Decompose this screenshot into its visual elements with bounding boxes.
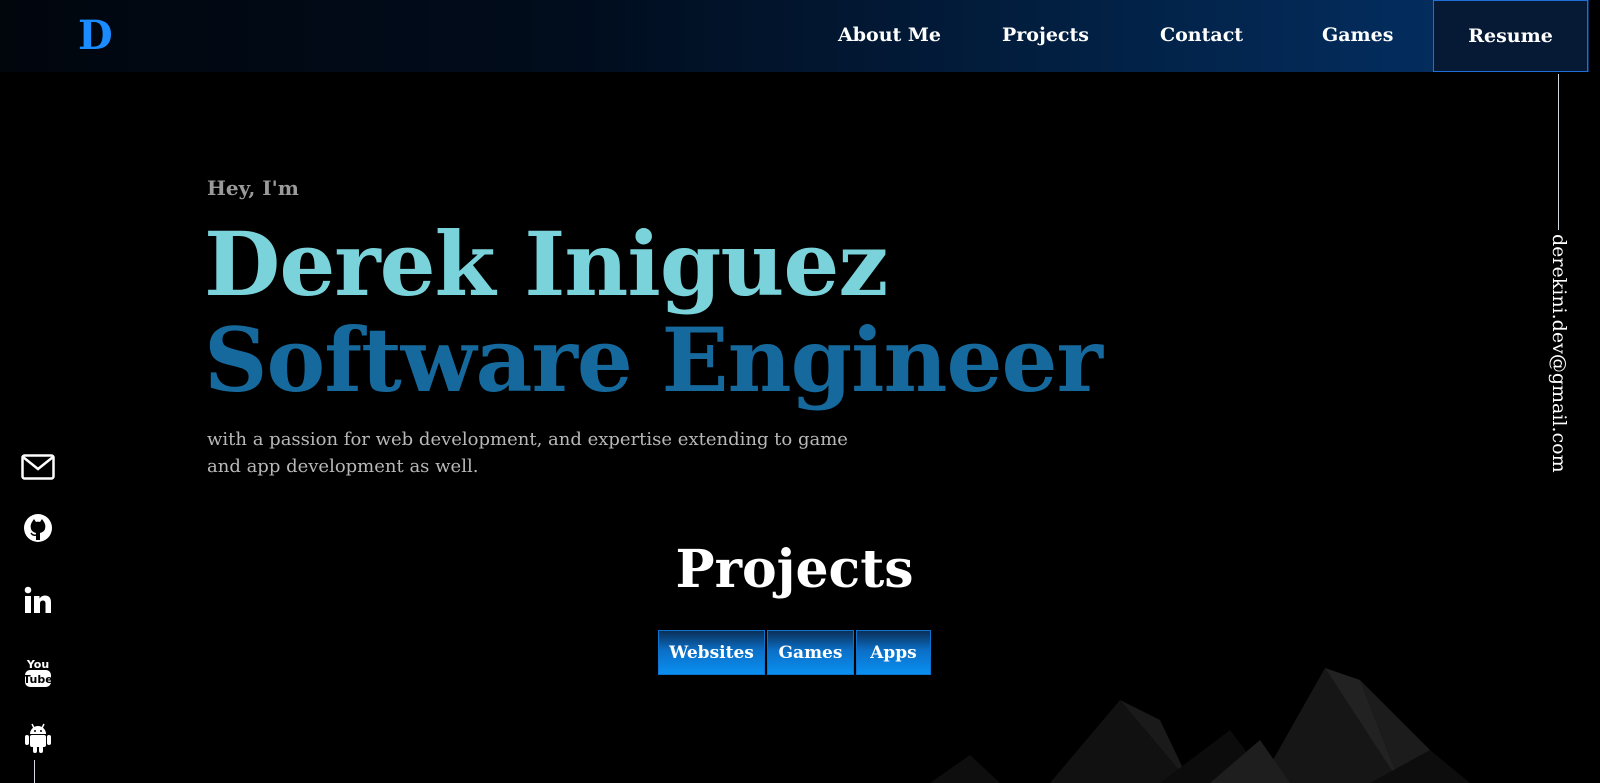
- filter-apps-button[interactable]: Apps: [856, 630, 931, 675]
- hero-tagline: with a passion for web development, and …: [207, 429, 848, 477]
- github-icon[interactable]: [20, 510, 56, 546]
- svg-text:Tube: Tube: [23, 673, 52, 686]
- logo[interactable]: D: [78, 12, 113, 60]
- navbar: D About Me Projects Contact Games Resume: [0, 0, 1589, 72]
- nav-link-games[interactable]: Games: [1322, 20, 1393, 50]
- projects-heading: Projects: [675, 539, 914, 600]
- filter-games-button[interactable]: Games: [767, 630, 854, 675]
- nav-link-projects[interactable]: Projects: [1002, 20, 1089, 50]
- email-icon[interactable]: [20, 449, 56, 485]
- hero-name: Derek Iniguez: [204, 212, 888, 316]
- left-divider-line: [34, 760, 35, 783]
- email-link-vertical[interactable]: derekini.dev@gmail.com: [1544, 234, 1574, 474]
- mountains-background-graphic: [930, 668, 1470, 783]
- svg-text:You: You: [26, 658, 49, 671]
- nav-link-contact[interactable]: Contact: [1160, 20, 1243, 50]
- right-divider-line: [1558, 74, 1559, 230]
- resume-button[interactable]: Resume: [1433, 0, 1588, 72]
- linkedin-icon[interactable]: [20, 582, 56, 618]
- hero-greeting: Hey, I'm: [207, 176, 299, 200]
- filter-websites-button[interactable]: Websites: [658, 630, 765, 675]
- hero-role: Software Engineer: [204, 308, 1103, 412]
- nav-link-about-me[interactable]: About Me: [838, 20, 941, 50]
- youtube-icon[interactable]: You Tube: [20, 654, 56, 690]
- android-icon[interactable]: [20, 720, 56, 756]
